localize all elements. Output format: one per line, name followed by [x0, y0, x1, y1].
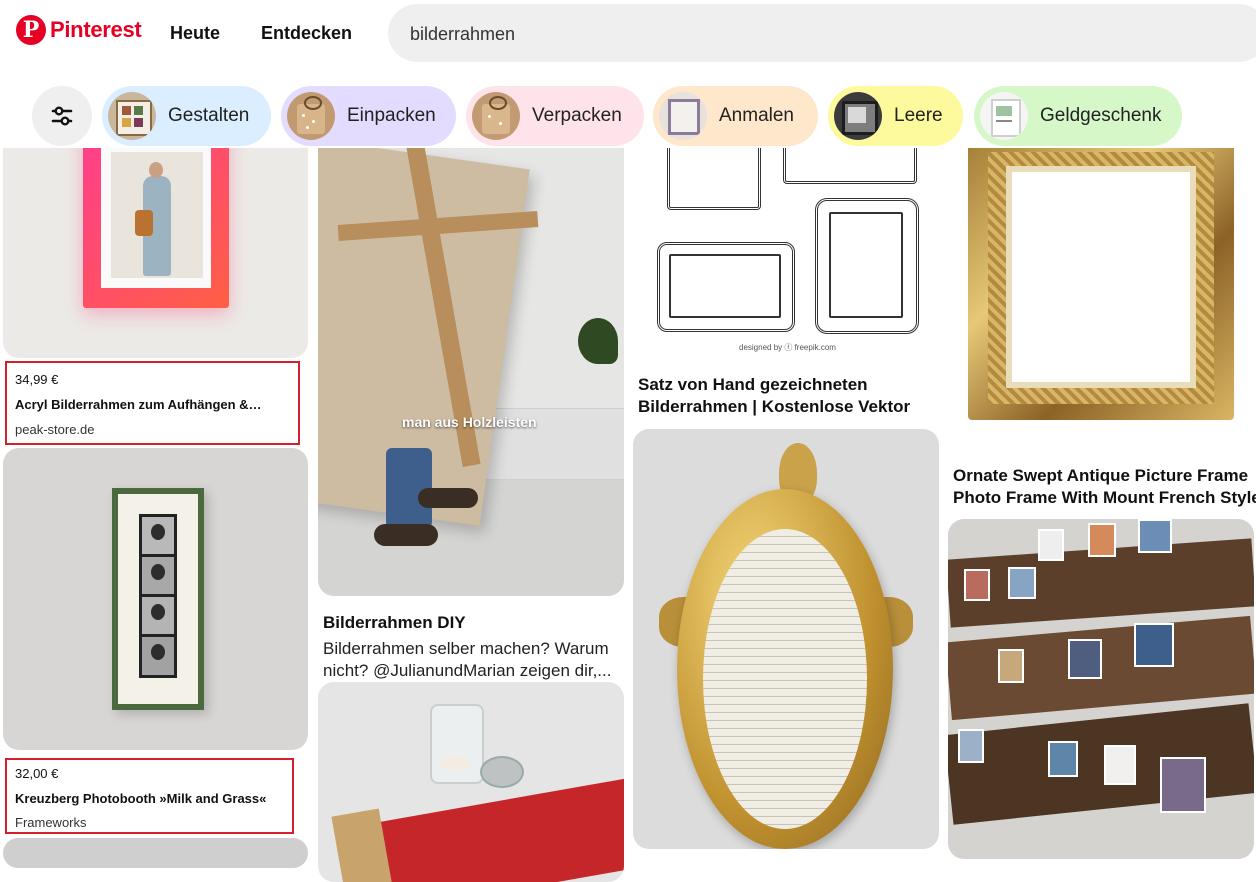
chip-thumbnail — [287, 92, 335, 140]
chip-verpacken[interactable]: Verpacken — [466, 86, 644, 146]
product-domain: peak-store.de — [15, 422, 95, 437]
pinterest-wordmark: Pinterest — [50, 17, 142, 42]
chip-label: Einpacken — [347, 105, 436, 126]
chip-label: Leere — [894, 105, 943, 126]
chip-thumbnail — [108, 92, 156, 140]
top-bar: P Pinterest Heute Entdecken — [0, 0, 1256, 70]
pin-image-photobooth-frame[interactable] — [3, 448, 308, 750]
chip-gestalten[interactable]: Gestalten — [102, 86, 271, 146]
product-title: Acryl Bilderrahmen zum Aufhängen &… — [15, 397, 262, 412]
filter-button[interactable] — [32, 86, 92, 146]
chip-geldgeschenk[interactable]: Geldgeschenk — [974, 86, 1182, 146]
search-bar[interactable] — [388, 4, 1256, 64]
pin-image-diy-video[interactable]: man aus Holzleisten — [318, 148, 624, 596]
pinterest-logo[interactable]: P Pinterest — [16, 15, 142, 45]
chip-leere[interactable]: Leere — [828, 86, 963, 146]
pin-image-wood-photo-wall[interactable] — [948, 519, 1254, 859]
product-domain: Frameworks — [15, 815, 87, 830]
product-title: Kreuzberg Photobooth »Milk and Grass« — [15, 791, 267, 806]
chip-label: Verpacken — [532, 105, 622, 126]
pin-title[interactable]: Photo Frame With Mount French Style — [953, 487, 1256, 509]
chip-thumbnail — [472, 92, 520, 140]
pin-image-jar-craft[interactable] — [318, 682, 624, 882]
chip-label: Geldgeschenk — [1040, 105, 1162, 126]
product-info-acryl[interactable]: 34,99 € Acryl Bilderrahmen zum Aufhängen… — [5, 361, 300, 445]
nav-home-link[interactable]: Heute — [170, 23, 220, 44]
chip-thumbnail — [980, 92, 1028, 140]
watermark-text: designed by ⓕ freepik.com — [739, 343, 836, 352]
product-price: 32,00 € — [15, 766, 59, 781]
product-info-kreuzberg[interactable]: 32,00 € Kreuzberg Photobooth »Milk and G… — [5, 758, 294, 834]
product-price: 34,99 € — [15, 372, 59, 387]
pin-title[interactable]: Ornate Swept Antique Picture Frame — [953, 465, 1248, 487]
pin-title[interactable]: Satz von Hand gezeichneten — [638, 374, 868, 396]
pin-title[interactable]: Bilderrahmen | Kostenlose Vektor — [638, 396, 910, 418]
chip-thumbnail — [834, 92, 882, 140]
chip-label: Gestalten — [168, 105, 250, 126]
sliders-icon — [51, 106, 73, 126]
chip-thumbnail — [659, 92, 707, 140]
pin-image-ornate-gold-frame[interactable] — [948, 148, 1254, 448]
video-overlay-caption: man aus Holzleisten — [402, 414, 537, 430]
pin-image-gold-oval-mirror[interactable] — [633, 429, 939, 849]
pin-image-acryl-frame[interactable] — [3, 148, 308, 358]
pin-description: Bilderrahmen selber machen? Warum — [323, 639, 609, 658]
pinterest-logo-icon: P — [16, 15, 46, 45]
chip-label: Anmalen — [719, 105, 794, 126]
chip-anmalen[interactable]: Anmalen — [653, 86, 818, 146]
pin-image-hand-drawn-frames[interactable]: designed by ⓕ freepik.com — [633, 148, 939, 358]
nav-explore-link[interactable]: Entdecken — [261, 23, 352, 44]
pin-title[interactable]: Bilderrahmen DIY — [323, 612, 466, 634]
pin-description: nicht? @JulianundMarian zeigen dir,... — [323, 661, 612, 680]
chip-einpacken[interactable]: Einpacken — [281, 86, 456, 146]
pin-image-next[interactable] — [3, 838, 308, 868]
search-input[interactable] — [408, 4, 1232, 64]
